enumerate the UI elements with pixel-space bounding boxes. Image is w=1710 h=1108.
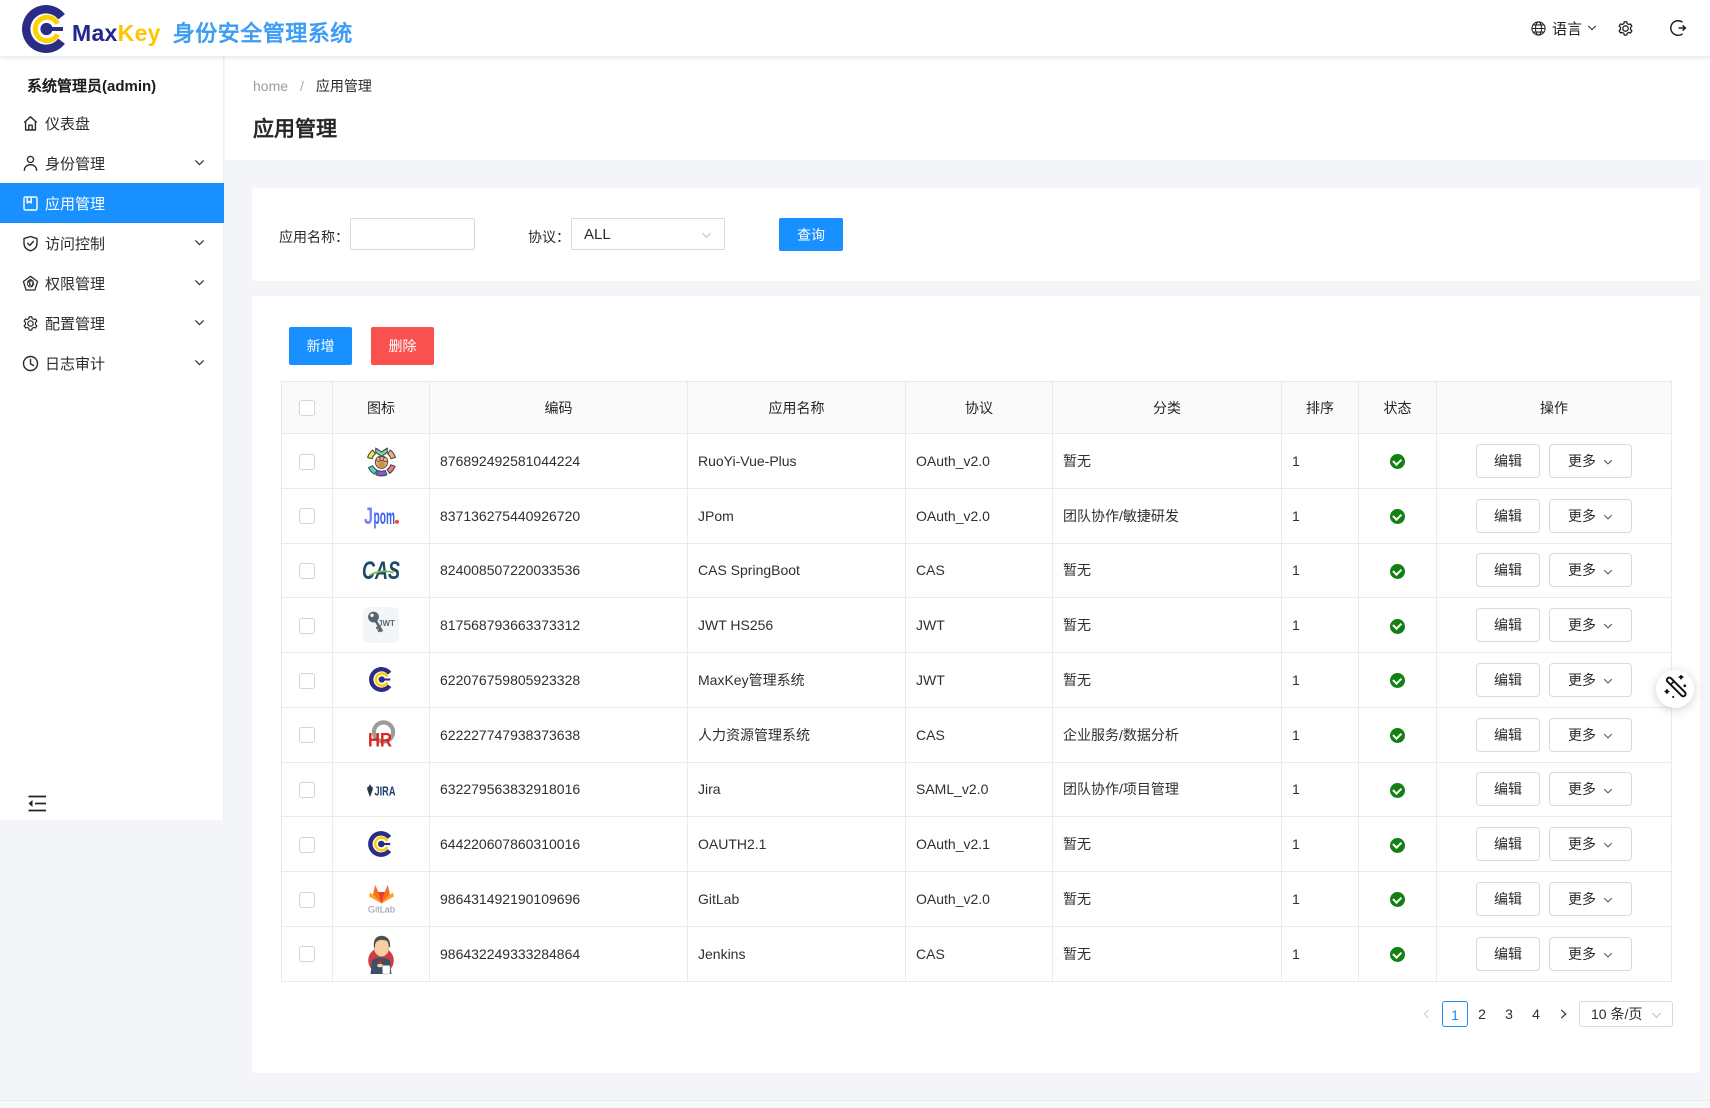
svg-text:JIRA: JIRA [375,785,396,798]
svg-text:HR: HR [368,731,392,750]
svg-text:CAS: CAS [362,558,400,582]
svg-text:pom: pom [374,506,396,529]
svg-text:GitLab: GitLab [368,904,395,914]
svg-text:J: J [364,503,373,530]
svg-text:JWT: JWT [378,619,395,628]
